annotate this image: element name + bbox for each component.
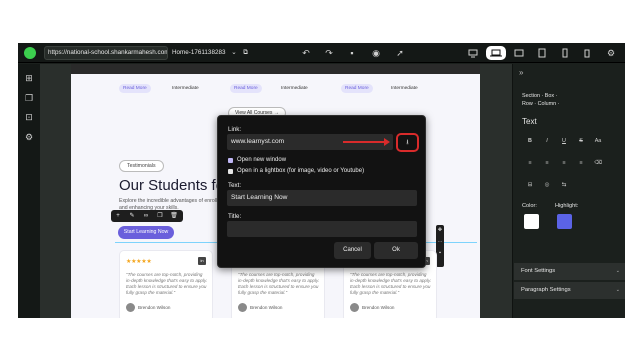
font-settings-section[interactable]: Font Settings ⌄	[514, 263, 625, 280]
link-settings-dialog: Link: www.learnyst.com ⭳ Open new window…	[217, 115, 426, 268]
start-learning-button[interactable]: Start Learning Now	[118, 226, 174, 239]
course-level: Intermediate	[281, 86, 308, 91]
breadcrumb[interactable]: Section · Box ·	[522, 93, 557, 99]
undo-icon[interactable]: ↶	[298, 45, 314, 61]
collapse-panel-icon[interactable]: »	[519, 68, 523, 77]
avatar	[350, 303, 359, 312]
highlight-label: Highlight:	[555, 203, 579, 209]
editor-topbar: https://national-school.shankarmahesh.co…	[18, 43, 625, 63]
testimonial-quote: "The courses are top-notch, providing in…	[350, 272, 432, 295]
paragraph-settings-section[interactable]: Paragraph Settings ⌄	[514, 282, 625, 299]
read-more-button[interactable]: Read More	[230, 84, 262, 93]
read-more-button[interactable]: Read More	[341, 84, 373, 93]
page-header-bar	[71, 64, 480, 74]
color-label: Color:	[522, 203, 537, 209]
publish-rocket-icon[interactable]: ➚	[392, 45, 408, 61]
testimonial-quote: "The courses are top-notch, providing in…	[126, 272, 208, 295]
strikethrough-button[interactable]: S	[576, 137, 586, 146]
delete-trash-icon[interactable]: 🗑	[169, 211, 179, 221]
testimonial-author: Brendon Wilson	[362, 305, 395, 310]
text-label: Text:	[228, 182, 242, 189]
page-name: Home-1761138283	[172, 49, 226, 56]
duplicate-icon[interactable]: ⧉	[243, 49, 248, 56]
title-label: Title:	[228, 213, 242, 220]
section-headline[interactable]: Our Students fe	[119, 177, 224, 194]
link-label: Link:	[228, 126, 242, 133]
open-new-window-label: Open new window	[237, 157, 287, 163]
testimonial-quote: "The courses are top-notch, providing in…	[238, 272, 320, 295]
desktop-view-icon[interactable]	[466, 46, 480, 60]
testimonial-card: ★★★★★ in "The courses are top-notch, pro…	[119, 250, 213, 318]
course-level: Intermediate	[172, 86, 199, 91]
tablet-portrait-icon[interactable]	[535, 46, 549, 60]
underline-button[interactable]: U	[559, 137, 569, 146]
app-logo-icon[interactable]	[24, 47, 36, 59]
chevron-down-icon: ⌄	[615, 287, 620, 293]
clear-format-button[interactable]: ⌫	[593, 159, 603, 168]
annotation-arrow	[343, 138, 390, 146]
open-new-window-checkbox[interactable]	[228, 158, 233, 163]
breadcrumb[interactable]: Row · Column ·	[522, 101, 559, 107]
left-toolbar: ⊞ ❐ ⊡ ⚙	[18, 64, 40, 318]
panel-heading: Text	[522, 117, 537, 126]
testimonial-author: Brendon Wilson	[138, 305, 171, 310]
align-center-button[interactable]: ≡	[542, 159, 552, 168]
link-text-input[interactable]: Start Learning Now	[227, 190, 417, 206]
pages-icon[interactable]: ❐	[23, 92, 35, 104]
tablet-landscape-icon[interactable]	[512, 46, 526, 60]
element-toolbar: + ✎ ∞ ❐ 🗑	[111, 210, 183, 222]
text-case-button[interactable]: Aa	[593, 137, 603, 146]
avatar	[126, 303, 135, 312]
read-more-button[interactable]: Read More	[119, 84, 151, 93]
chevron-down-icon: ⌄	[615, 268, 620, 274]
link-title-input[interactable]	[227, 221, 417, 237]
avatar	[238, 303, 247, 312]
chevron-down-icon: ⌄	[231, 49, 237, 56]
site-settings-gear-icon[interactable]: ⚙	[23, 131, 35, 143]
add-element-icon[interactable]: ⊞	[23, 72, 35, 84]
copy-icon[interactable]: ❐	[155, 211, 165, 221]
testimonials-badge: Testimonials	[119, 160, 164, 172]
highlight-color-swatch[interactable]	[557, 214, 572, 229]
site-url-field[interactable]: https://national-school.shankarmahesh.co…	[44, 46, 168, 60]
row-side-toolbar: ✥ ⋯ ▪	[436, 225, 444, 267]
mobile-small-view-icon[interactable]	[580, 46, 594, 60]
properties-panel: » Section · Box · Row · Column · Text B …	[512, 64, 625, 318]
settings-gear-icon[interactable]: ⚙	[603, 45, 619, 61]
edit-pencil-icon[interactable]: ✎	[127, 211, 137, 221]
align-left-button[interactable]: ≡	[525, 159, 535, 168]
blocks-icon[interactable]: ⊡	[23, 111, 35, 123]
bold-button[interactable]: B	[525, 137, 535, 146]
save-icon[interactable]: ▪	[344, 45, 360, 61]
more-options-icon[interactable]: ⋯	[436, 238, 444, 247]
image-insert-button[interactable]: ⊟	[525, 181, 535, 190]
paragraph-settings-label: Paragraph Settings	[521, 287, 571, 293]
emoji-button[interactable]: ◎	[542, 181, 552, 190]
move-icon[interactable]: ✥	[436, 226, 444, 235]
link-icon[interactable]: ∞	[141, 211, 151, 221]
lightbox-checkbox[interactable]	[228, 169, 233, 174]
linkedin-icon[interactable]: in	[198, 257, 206, 265]
align-justify-button[interactable]: ≡	[576, 159, 586, 168]
align-right-button[interactable]: ≡	[559, 159, 569, 168]
font-settings-label: Font Settings	[521, 268, 556, 274]
rating-stars: ★★★★★	[126, 259, 152, 265]
laptop-view-icon[interactable]	[486, 46, 506, 60]
ok-button[interactable]: Ok	[374, 242, 418, 259]
preview-eye-icon[interactable]: ◉	[368, 45, 384, 61]
italic-button[interactable]: I	[542, 137, 552, 146]
link-button[interactable]: ⇆	[559, 181, 569, 190]
upload-icon[interactable]: ⭳	[396, 133, 419, 152]
redo-icon[interactable]: ↷	[321, 45, 337, 61]
mobile-view-icon[interactable]	[558, 46, 572, 60]
text-color-swatch[interactable]	[524, 214, 539, 229]
add-icon[interactable]: +	[113, 211, 123, 221]
cancel-button[interactable]: Cancel	[334, 242, 371, 259]
page-selector[interactable]: Home-1761138283 ⌄ ⧉	[172, 46, 248, 60]
course-level: Intermediate	[391, 86, 418, 91]
delete-row-trash-icon[interactable]: ▪	[436, 249, 444, 258]
testimonial-author: Brendon Wilson	[250, 305, 283, 310]
lightbox-label: Open in a lightbox (for image, video or …	[237, 168, 365, 174]
